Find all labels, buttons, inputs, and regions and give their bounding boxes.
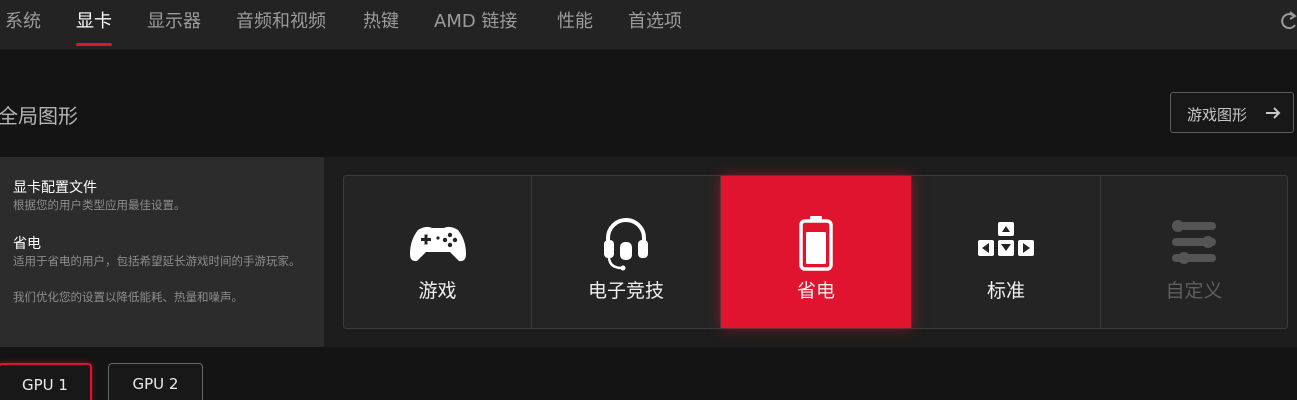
gpu-1-button[interactable]: GPU 1 bbox=[0, 363, 92, 400]
profile-label-standard: 标准 bbox=[986, 280, 1025, 302]
arrow-right-icon bbox=[1264, 104, 1282, 122]
tab-amd-link[interactable]: AMD 链接 bbox=[434, 0, 517, 48]
profile-card-custom[interactable]: 自定义 bbox=[1101, 176, 1287, 328]
game-graphics-button[interactable]: 游戏图形 bbox=[1170, 92, 1294, 133]
gpu-2-button[interactable]: GPU 2 bbox=[108, 363, 203, 400]
profile-description: 根据您的用户类型应用最佳设置。 bbox=[13, 198, 186, 212]
profile-info-panel: 显卡配置文件 根据您的用户类型应用最佳设置。 省电 适用于省电的用户，包括希望延… bbox=[0, 157, 324, 347]
tab-hotkeys[interactable]: 热键 bbox=[363, 0, 399, 48]
graphics-profile-band: 显卡配置文件 根据您的用户类型应用最佳设置。 省电 适用于省电的用户，包括希望延… bbox=[0, 157, 1297, 347]
gamepad-icon bbox=[406, 216, 470, 272]
top-nav: 系统 显卡 显示器 音频和视频 热键 AMD 链接 性能 首选项 bbox=[0, 0, 1297, 50]
section-title: 全局图形 bbox=[0, 104, 78, 128]
headset-icon bbox=[594, 216, 658, 272]
refresh-icon[interactable] bbox=[1279, 10, 1297, 32]
sliders-icon bbox=[1162, 216, 1226, 272]
radeon-settings-window: 系统 显卡 显示器 音频和视频 热键 AMD 链接 性能 首选项 全局图形 游戏… bbox=[0, 0, 1297, 400]
profile-label-esports: 电子竞技 bbox=[587, 280, 664, 302]
battery-icon bbox=[784, 216, 848, 272]
profile-card-standard[interactable]: 标准 bbox=[912, 176, 1101, 328]
profile-label-power-saving: 省电 bbox=[796, 280, 835, 302]
profile-card-gaming[interactable]: 游戏 bbox=[344, 176, 532, 328]
game-graphics-label: 游戏图形 bbox=[1187, 106, 1248, 124]
profile-card-esports[interactable]: 电子竞技 bbox=[532, 176, 721, 328]
profile-label-custom: 自定义 bbox=[1165, 280, 1223, 302]
selected-profile-description: 适用于省电的用户，包括希望延长游戏时间的手游玩家。 bbox=[13, 254, 301, 268]
profile-label-gaming: 游戏 bbox=[418, 280, 457, 302]
tab-graphics[interactable]: 显卡 bbox=[76, 0, 112, 48]
profile-heading: 显卡配置文件 bbox=[13, 180, 97, 196]
tab-performance[interactable]: 性能 bbox=[557, 0, 593, 48]
profile-selector: 游戏 电子竞技 省电 标准 自定义 bbox=[343, 175, 1288, 329]
tab-preferences[interactable]: 首选项 bbox=[628, 0, 682, 48]
selected-profile-heading: 省电 bbox=[13, 236, 41, 252]
tab-audio-video[interactable]: 音频和视频 bbox=[236, 0, 326, 48]
tab-display[interactable]: 显示器 bbox=[147, 0, 201, 48]
keyboard-arrows-icon bbox=[974, 216, 1038, 272]
profile-card-power-saving[interactable]: 省电 bbox=[721, 176, 912, 328]
selected-profile-note: 我们优化您的设置以降低能耗、热量和噪声。 bbox=[13, 290, 243, 304]
tab-system[interactable]: 系统 bbox=[5, 0, 41, 48]
